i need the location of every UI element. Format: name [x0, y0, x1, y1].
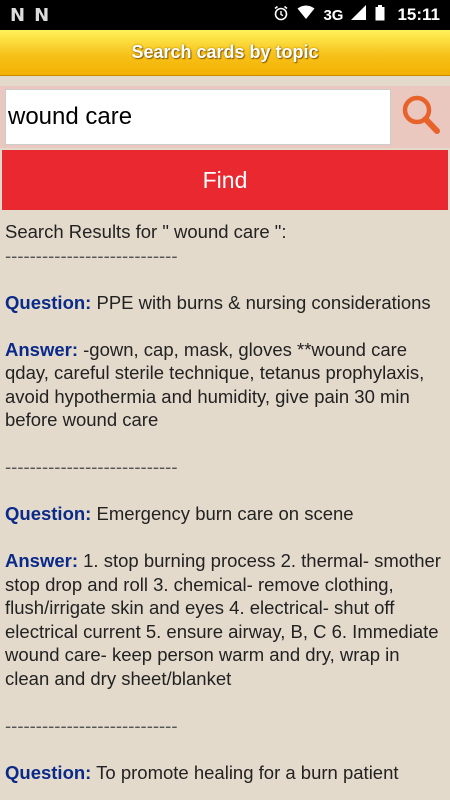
battery-icon [375, 4, 385, 26]
question-text: Emergency burn care on scene [96, 503, 354, 524]
page-title: Search cards by topic [131, 42, 319, 62]
answer-label: Answer: [5, 550, 78, 571]
status-right: 3G 15:11 [273, 4, 440, 26]
question-label: Question: [5, 291, 92, 313]
answer-block: Answer: 1. stop burning process 2. therm… [5, 549, 445, 690]
question-block: Question: PPE with burns & nursing consi… [5, 291, 445, 315]
answer-label: Answer: [5, 338, 78, 360]
separator: ---------------------------- [5, 456, 178, 477]
search-button[interactable] [396, 89, 446, 145]
question-block: Question: Emergency burn care on scene [5, 502, 445, 526]
question-text: To promote healing for a burn patient [96, 761, 399, 783]
signal-icon [351, 5, 367, 25]
n-icon: N [34, 4, 49, 26]
notification-icons: N N [10, 4, 49, 26]
search-results: Search Results for " wound care ": -----… [0, 213, 450, 800]
question-label: Question: [5, 503, 92, 524]
wifi-icon [297, 5, 315, 25]
question-block: Question: To promote healing for a burn … [5, 761, 445, 785]
find-button[interactable]: Find [2, 150, 448, 210]
question-label: Question: [5, 761, 92, 783]
separator: ---------------------------- [5, 714, 178, 736]
results-header: Search Results for " wound care ": [5, 221, 287, 242]
separator: ---------------------------- [5, 244, 178, 266]
title-bar: Search cards by topic [0, 30, 450, 76]
status-bar: N N 3G 15:11 [0, 0, 450, 30]
alarm-icon [273, 5, 289, 26]
n-icon: N [10, 4, 25, 26]
question-text: PPE with burns & nursing considerations [96, 291, 431, 313]
network-type: 3G [323, 6, 344, 24]
search-icon [401, 94, 441, 141]
search-input[interactable] [5, 89, 391, 145]
clock: 15:11 [397, 5, 440, 24]
search-row [0, 86, 450, 148]
answer-block: Answer: -gown, cap, mask, gloves **wound… [5, 338, 445, 432]
app-screen: Search cards by topic Find Search Result… [0, 30, 450, 800]
